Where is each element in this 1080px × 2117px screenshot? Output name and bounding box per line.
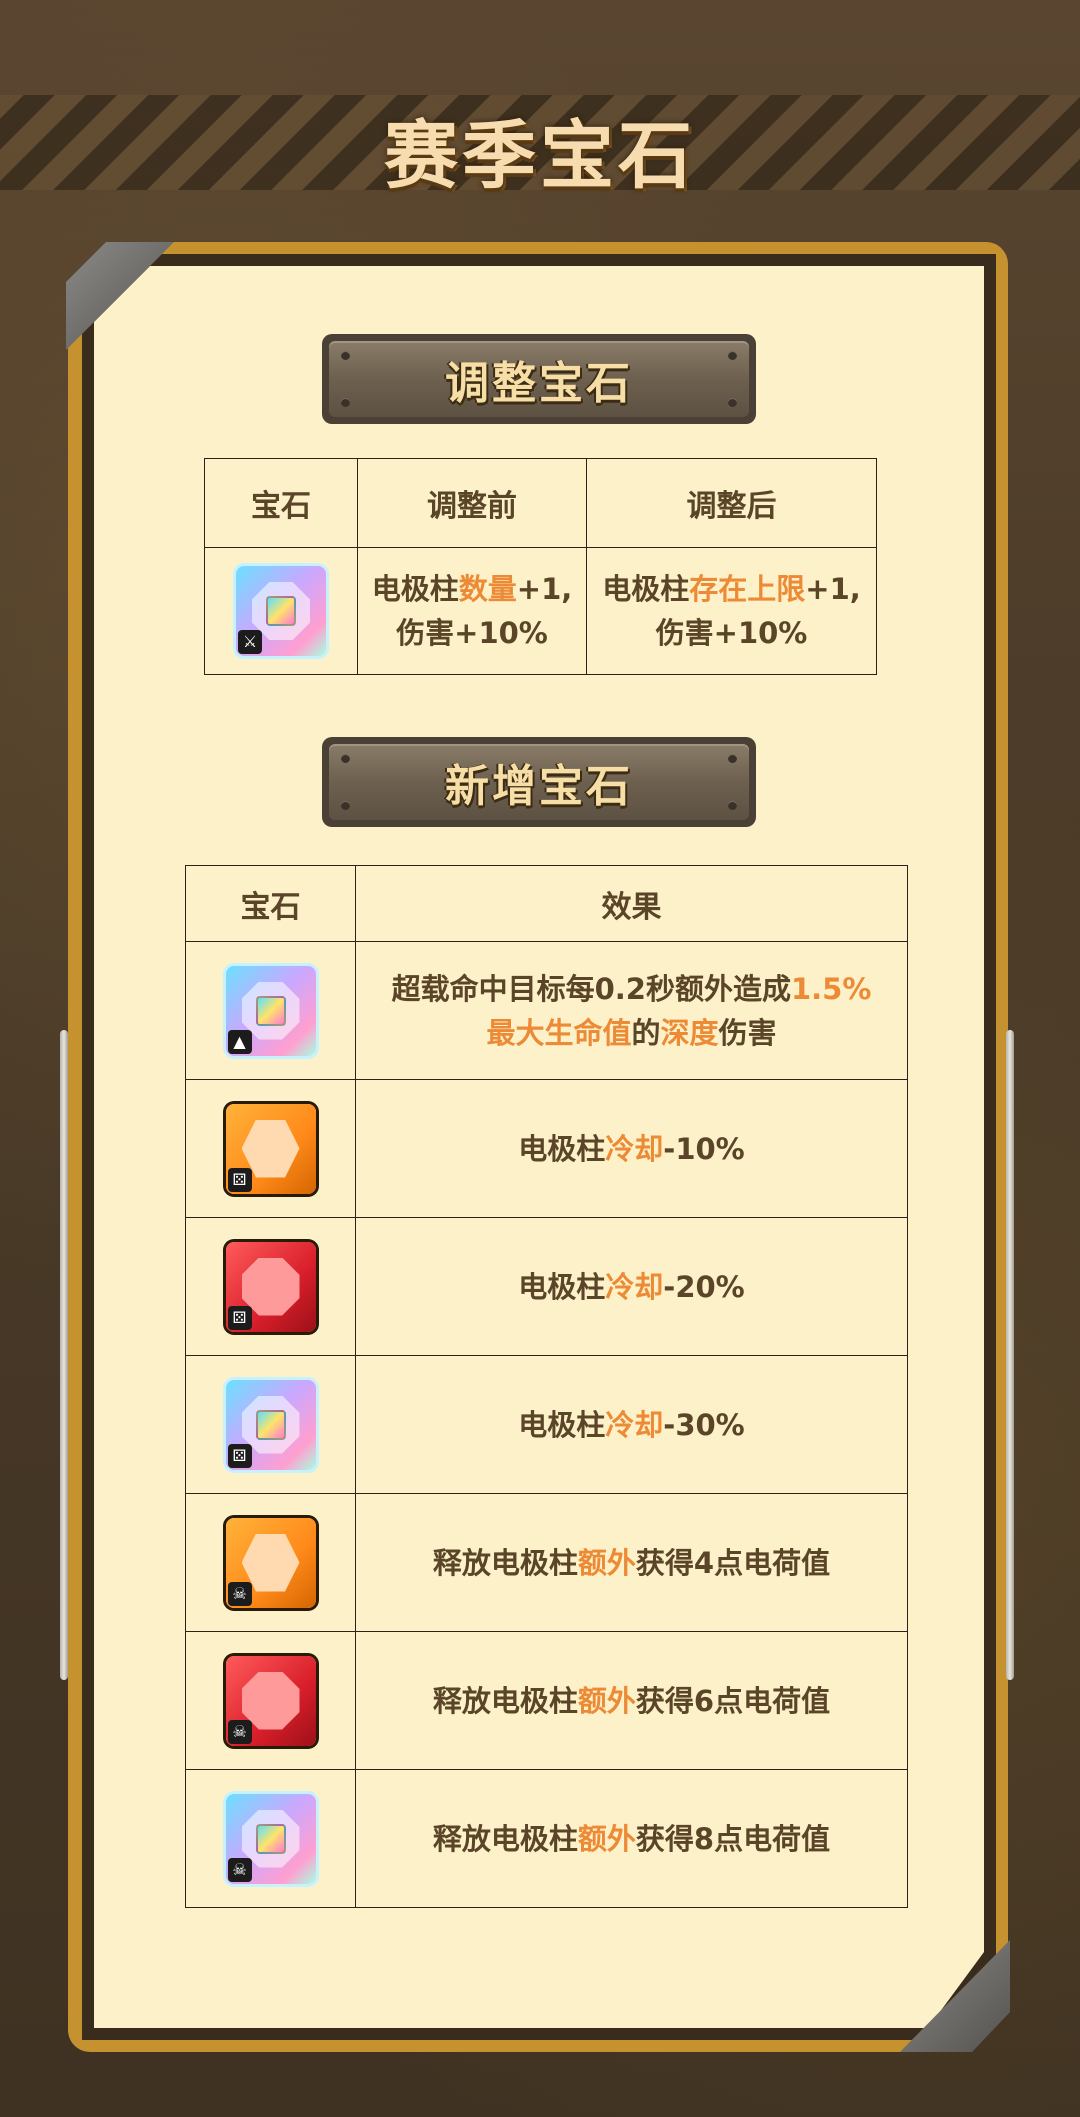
- table-header-row: 宝石 调整前 调整后: [204, 458, 877, 548]
- added-section-header: 新增宝石: [322, 737, 756, 827]
- effect-cell: 超载命中目标每0.2秒额外造成1.5% 最大生命值的深度伤害: [355, 941, 908, 1080]
- prism-gem-icon: ▲: [225, 965, 316, 1056]
- after-highlight: 存在上限: [689, 572, 806, 606]
- header-after: 调整后: [586, 458, 877, 548]
- effect-highlight: 额外: [577, 1545, 636, 1580]
- table-header-row: 宝石 效果: [185, 865, 908, 942]
- skull-icon: ☠: [227, 1719, 252, 1744]
- header-gem: 宝石: [204, 458, 358, 548]
- effect-highlight: 深度: [660, 1015, 719, 1050]
- gem-cell: ☠: [185, 1631, 356, 1770]
- red-gem-icon: ⚄: [225, 1241, 316, 1332]
- prism-gem-icon: ☠: [225, 1793, 316, 1884]
- after-text: 电极柱: [602, 572, 690, 606]
- page-title: 赛季宝石: [384, 113, 696, 199]
- effect-cell: 释放电极柱额外获得8点电荷值: [355, 1769, 908, 1908]
- added-table: 宝石 效果 ▲ 超载命中目标每0.2秒额外造成1.5% 最大生命值的深度伤害 ⚄…: [185, 865, 908, 1908]
- before-line2: 伤害+10%: [396, 616, 548, 650]
- header-gem: 宝石: [185, 865, 356, 942]
- dice-icon: ⚄: [227, 1305, 252, 1330]
- skull-icon: ☠: [227, 1581, 252, 1606]
- gem-cell: ☠: [185, 1769, 356, 1908]
- effect-cell: 释放电极柱额外获得6点电荷值: [355, 1631, 908, 1770]
- effect-text: 的: [631, 1015, 661, 1050]
- effect-text: -10%: [663, 1131, 745, 1166]
- effect-text: 释放电极柱: [432, 1545, 578, 1580]
- table-row: ⚔ 电极柱数量+1, 伤害+10% 电极柱存在上限+1, 伤害+10%: [204, 547, 877, 675]
- before-text: 电极柱: [371, 572, 459, 606]
- boot-icon: ▲: [227, 1029, 252, 1054]
- before-highlight: 数量: [458, 572, 517, 606]
- gem-cell: ⚄: [185, 1217, 356, 1356]
- prism-gem-icon: ⚄: [225, 1379, 316, 1470]
- table-row: ▲ 超载命中目标每0.2秒额外造成1.5% 最大生命值的深度伤害: [185, 941, 908, 1080]
- screw-icon: [341, 754, 350, 763]
- screw-icon: [341, 398, 350, 407]
- dice-icon: ⚄: [227, 1443, 252, 1468]
- effect-cell: 电极柱冷却-20%: [355, 1217, 908, 1356]
- prism-gem-icon: ⚔: [236, 566, 326, 656]
- gem-cell: ☠: [185, 1493, 356, 1632]
- table-row: ⚄ 电极柱冷却-20%: [185, 1217, 908, 1356]
- effect-text: 获得4点电荷值: [635, 1545, 831, 1580]
- screw-icon: [728, 398, 737, 407]
- effect-text: 伤害: [718, 1015, 777, 1050]
- before-cell: 电极柱数量+1, 伤害+10%: [357, 547, 587, 675]
- table-row: ⚄ 电极柱冷却-10%: [185, 1079, 908, 1218]
- effect-highlight: 额外: [577, 1683, 636, 1718]
- effect-cell: 释放电极柱额外获得4点电荷值: [355, 1493, 908, 1632]
- after-line2: 伤害+10%: [655, 616, 808, 650]
- gem-cell: ▲: [185, 941, 356, 1080]
- effect-text: 获得8点电荷值: [635, 1821, 831, 1856]
- screw-icon: [728, 801, 737, 810]
- effect-highlight: 额外: [577, 1821, 636, 1856]
- effect-text: 电极柱: [518, 1407, 606, 1442]
- table-row: ☠ 释放电极柱额外获得6点电荷值: [185, 1631, 908, 1770]
- dice-icon: ⚄: [227, 1167, 252, 1192]
- effect-text: -30%: [663, 1407, 745, 1442]
- effect-text: 超载命中目标每0.2秒额外造成: [391, 971, 791, 1006]
- effect-cell: 电极柱冷却-30%: [355, 1355, 908, 1494]
- table-row: ⚄ 电极柱冷却-30%: [185, 1355, 908, 1494]
- adjust-section-header: 调整宝石: [322, 334, 756, 424]
- red-gem-icon: ☠: [225, 1655, 316, 1746]
- screw-icon: [341, 801, 350, 810]
- effect-highlight: 冷却: [605, 1269, 664, 1304]
- before-text-post: +1,: [516, 572, 573, 606]
- effect-cell: 电极柱冷却-10%: [355, 1079, 908, 1218]
- effect-highlight: 冷却: [605, 1131, 664, 1166]
- table-row: ☠ 释放电极柱额外获得4点电荷值: [185, 1493, 908, 1632]
- effect-text: 电极柱: [518, 1269, 606, 1304]
- screw-icon: [728, 754, 737, 763]
- screw-icon: [728, 351, 737, 360]
- header-before: 调整前: [357, 458, 587, 548]
- table-row: ☠ 释放电极柱额外获得8点电荷值: [185, 1769, 908, 1908]
- adjust-table: 宝石 调整前 调整后 ⚔ 电极柱数量+1, 伤害+10% 电极柱存在上限+1, …: [204, 458, 877, 675]
- after-text-post: +1,: [805, 572, 861, 606]
- orange-gem-icon: ⚄: [225, 1103, 316, 1194]
- sword-icon: ⚔: [238, 630, 262, 654]
- effect-text: 获得6点电荷值: [635, 1683, 831, 1718]
- orange-gem-icon: ☠: [225, 1517, 316, 1608]
- effect-highlight: 最大生命值: [486, 1015, 632, 1050]
- effect-highlight: 1.5%: [790, 971, 872, 1006]
- screw-icon: [341, 351, 350, 360]
- gem-cell: ⚄: [185, 1355, 356, 1494]
- header-effect: 效果: [355, 865, 908, 942]
- adjust-section-title: 调整宝石: [445, 358, 633, 409]
- left-side-bar: [60, 1030, 68, 1680]
- gem-cell: ⚔: [204, 547, 358, 675]
- effect-text: 释放电极柱: [432, 1821, 578, 1856]
- effect-text: 电极柱: [518, 1131, 606, 1166]
- skull-icon: ☠: [227, 1857, 252, 1882]
- after-cell: 电极柱存在上限+1, 伤害+10%: [586, 547, 877, 675]
- effect-highlight: 冷却: [605, 1407, 664, 1442]
- effect-text: -20%: [663, 1269, 745, 1304]
- effect-text: 释放电极柱: [432, 1683, 578, 1718]
- gem-cell: ⚄: [185, 1079, 356, 1218]
- right-side-bar: [1006, 1030, 1014, 1680]
- added-section-title: 新增宝石: [445, 761, 633, 812]
